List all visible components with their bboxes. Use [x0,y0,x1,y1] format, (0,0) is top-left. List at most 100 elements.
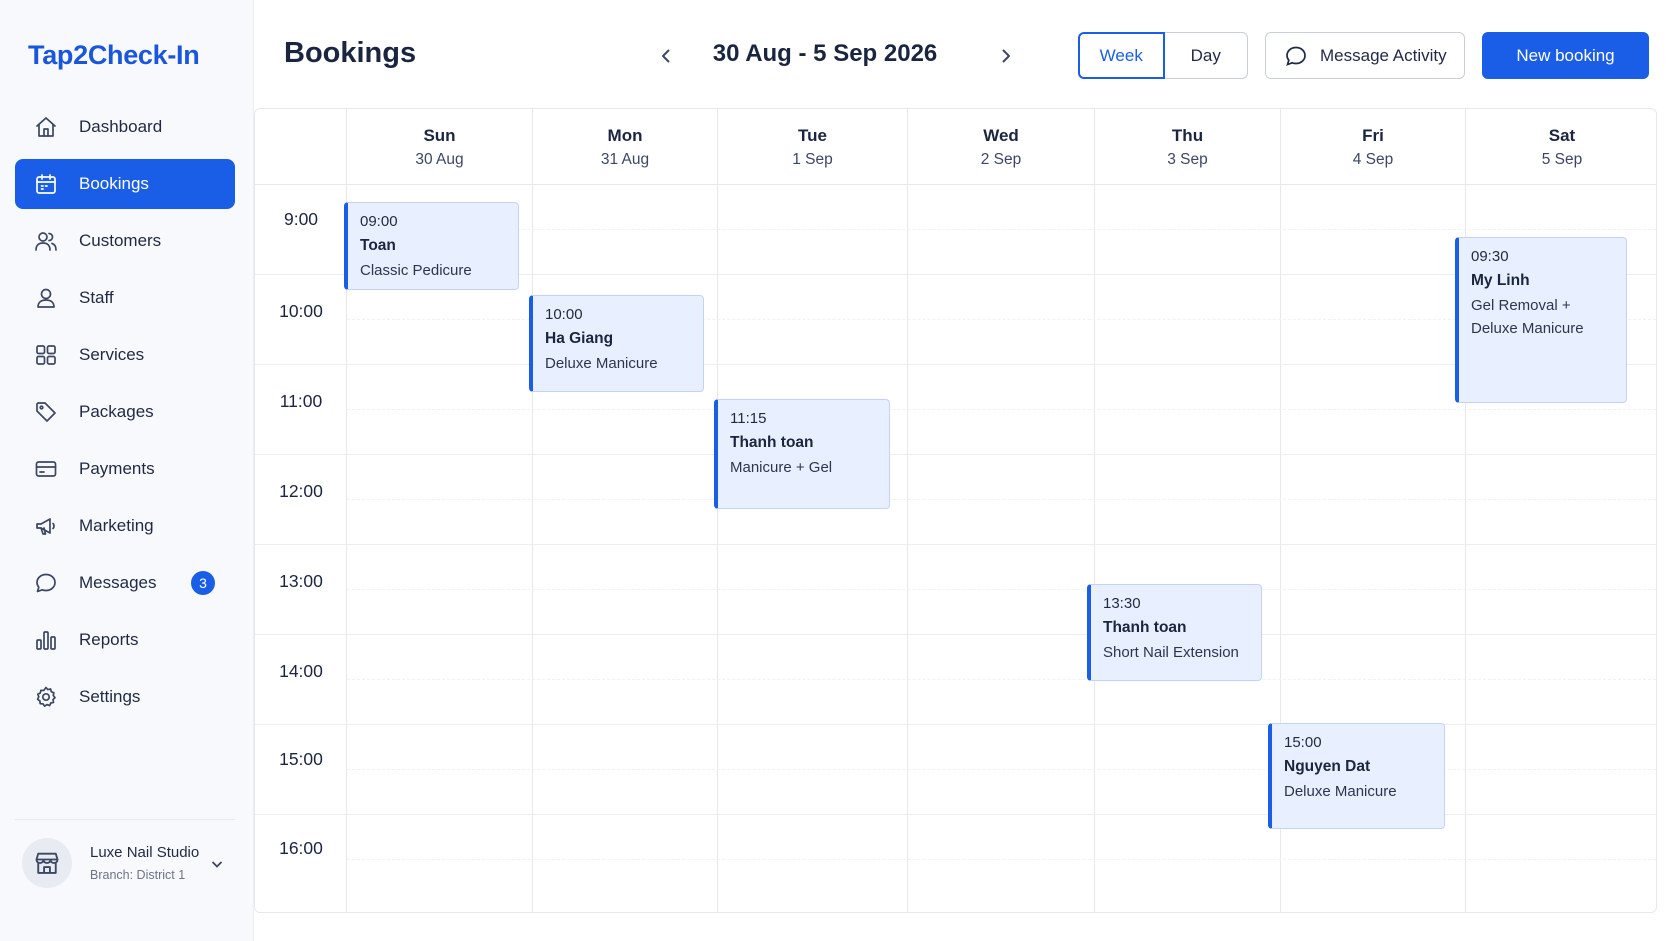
booking-customer: My Linh [1471,272,1530,289]
sidebar-item-label: Reports [79,630,139,649]
hour-label: 9:00 [283,209,319,229]
sidebar-item-settings[interactable]: Settings [15,672,235,722]
sidebar-item-marketing[interactable]: Marketing [15,501,235,551]
sidebar-item-messages[interactable]: Messages 3 [15,558,235,608]
half-hour-gridline [347,679,1656,680]
hour-label: 12:00 [279,481,323,501]
sidebar-item-staff[interactable]: Staff [15,273,235,323]
booking-service: Short Nail Extension [1103,644,1239,661]
booking-card[interactable]: 10:00 Ha Giang Deluxe Manicure [529,295,704,392]
hour-label: 15:00 [279,749,323,769]
view-toggle: Week Day [1078,32,1248,79]
day-date: 31 Aug [600,151,650,168]
hour-gridline [255,364,1656,365]
calendar-icon [33,171,59,197]
booking-time: 09:00 [360,213,398,230]
users-icon [33,228,59,254]
day-view-button[interactable]: Day [1164,32,1248,79]
sidebar-item-packages[interactable]: Packages [15,387,235,437]
sidebar-item-label: Bookings [79,174,149,193]
gear-icon [33,684,59,710]
booking-customer: Thanh toan [1103,619,1187,636]
sidebar-item-payments[interactable]: Payments [15,444,235,494]
booking-card[interactable]: 09:00 Toan Classic Pedicure [344,202,519,290]
sidebar-item-label: Payments [79,459,155,478]
booking-time: 13:30 [1103,595,1141,612]
day-header: Thu 3 Sep [1095,109,1280,184]
message-activity-button[interactable]: Message Activity [1265,32,1465,79]
day-name: Thu [1171,126,1204,145]
booking-time: 09:30 [1471,248,1509,265]
half-hour-gridline [347,769,1656,770]
sidebar-item-customers[interactable]: Customers [15,216,235,266]
hour-label: 13:00 [279,571,323,591]
tag-icon [33,399,59,425]
sidebar-item-services[interactable]: Services [15,330,235,380]
header-divider [255,184,1656,185]
day-date: 1 Sep [792,151,833,168]
studio-switcher[interactable]: Luxe Nail Studio Branch: District 1 [15,819,235,899]
hour-gridline [255,544,1656,545]
card-icon [33,456,59,482]
day-name: Mon [607,126,643,145]
bar-chart-icon [33,627,59,653]
day-name: Sun [423,126,456,145]
booking-service: Deluxe Manicure [545,355,658,372]
week-view-button[interactable]: Week [1078,32,1165,79]
home-icon [33,114,59,140]
chevron-down-icon[interactable] [209,856,225,872]
day-header: Wed 2 Sep [908,109,1094,184]
new-booking-button[interactable]: New booking [1482,32,1649,79]
hour-gridline [255,724,1656,725]
store-icon [22,838,72,888]
page-title: Bookings [284,37,417,69]
booking-card[interactable]: 15:00 Nguyen Dat Deluxe Manicure [1268,723,1445,829]
chat-icon [33,570,59,596]
sidebar-nav: Dashboard Bookings Customers Staff Servi… [15,102,235,729]
day-date: 30 Aug [415,151,464,168]
date-range-label: 30 Aug - 5 Sep 2026 [712,40,938,67]
previous-week-button[interactable] [652,42,680,70]
day-name: Tue [798,126,827,145]
message-activity-label: Message Activity [1320,45,1447,65]
sidebar-item-label: Services [79,345,145,364]
day-header: Fri 4 Sep [1281,109,1465,184]
booking-card[interactable]: 09:30 My Linh Gel Removal + Deluxe Manic… [1455,237,1627,403]
booking-service: Manicure + Gel [730,459,833,476]
sidebar-item-bookings[interactable]: Bookings [15,159,235,209]
sidebar-item-label: Customers [79,231,162,250]
day-header: Tue 1 Sep [718,109,907,184]
booking-time: 10:00 [545,306,583,323]
booking-time: 11:15 [730,410,767,427]
half-hour-gridline [347,499,1656,500]
chevron-right-icon [1002,49,1010,63]
sidebar-item-label: Marketing [79,516,154,535]
hour-gridline [255,454,1656,455]
hour-gridline [255,814,1656,815]
day-date: 2 Sep [980,151,1022,168]
booking-customer: Thanh toan [730,434,814,451]
booking-time: 15:00 [1284,734,1322,751]
booking-customer: Ha Giang [545,330,614,347]
sidebar-item-label: Staff [79,288,114,307]
day-name: Sat [1548,126,1576,145]
studio-branch: Branch: District 1 [90,868,186,882]
half-hour-gridline [347,859,1656,860]
day-name: Wed [983,126,1019,145]
sidebar-item-reports[interactable]: Reports [15,615,235,665]
day-date: 3 Sep [1167,151,1208,168]
next-week-button[interactable] [992,42,1020,70]
sidebar-item-label: Dashboard [79,117,163,136]
brand-logo[interactable]: Tap2Check-In [28,40,200,71]
sidebar-item-label: Settings [79,687,141,706]
day-date: 5 Sep [1541,151,1583,168]
booking-card[interactable]: 13:30 Thanh toan Short Nail Extension [1087,584,1262,681]
booking-service: Deluxe Manicure [1284,783,1397,800]
sidebar-item-label: Packages [79,402,154,421]
sidebar-item-dashboard[interactable]: Dashboard [15,102,235,152]
megaphone-icon [33,513,59,539]
half-hour-gridline [347,409,1656,410]
messages-count-badge: 3 [191,571,215,595]
hour-label: 16:00 [279,838,323,858]
booking-card[interactable]: 11:15 Thanh toan Manicure + Gel [714,399,890,509]
